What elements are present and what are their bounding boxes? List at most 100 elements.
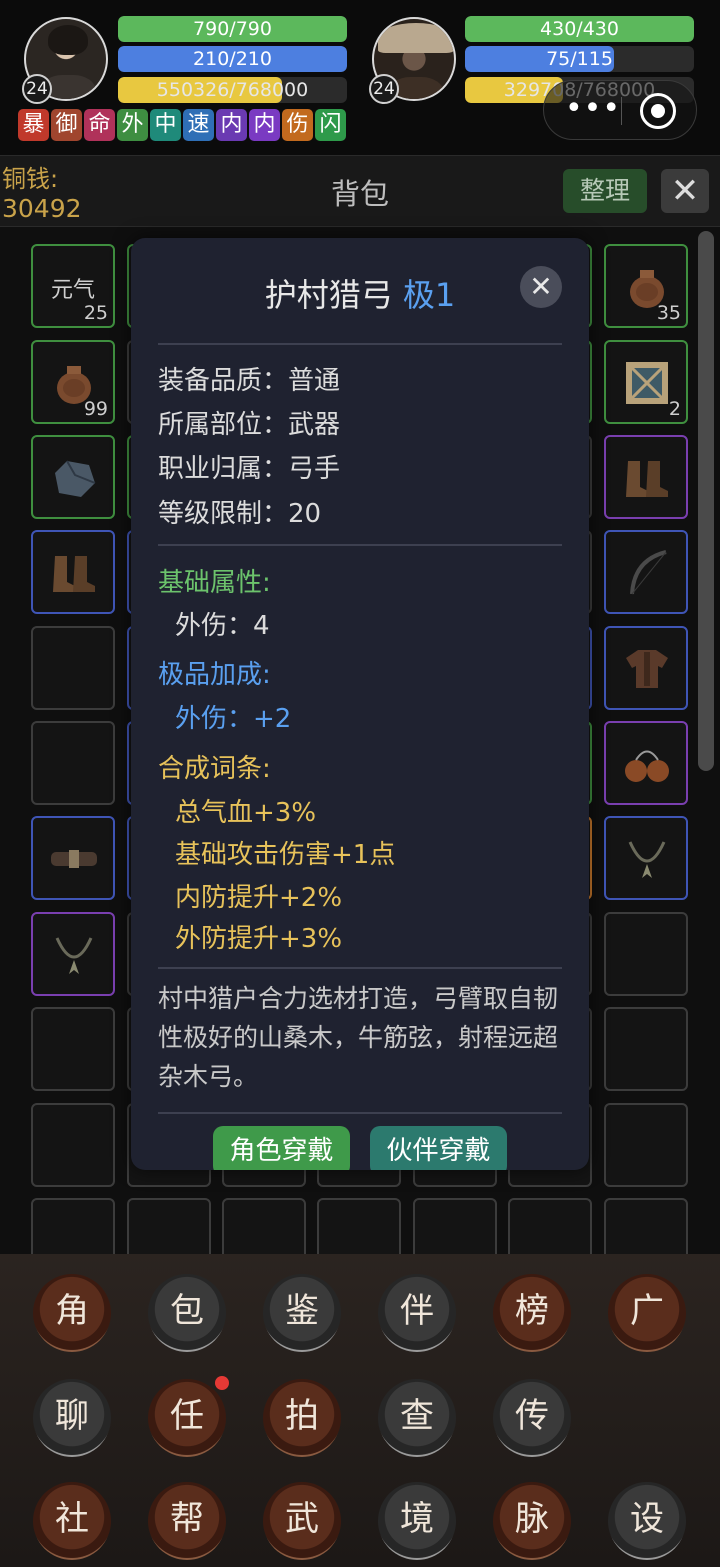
item-grade: 极1 — [402, 276, 456, 314]
inventory-slot[interactable] — [508, 1198, 592, 1255]
item-level-req: 等级限制：20 — [158, 499, 322, 529]
equip-partner-button[interactable]: 伙伴穿戴 — [370, 1126, 507, 1170]
bonus-attr-header: 极品加成: — [158, 660, 271, 690]
base-attr: 外伤：4 — [175, 611, 270, 641]
necklace-icon — [55, 937, 93, 974]
buff-tag[interactable]: 速 — [183, 109, 214, 141]
partner-mp-bar: 75/115 — [465, 46, 694, 72]
inventory-slot[interactable] — [31, 1103, 115, 1187]
menu-button-鉴[interactable]: 鉴 — [263, 1274, 341, 1352]
inventory-slot[interactable]: 35 — [604, 244, 688, 328]
belt-icon — [51, 850, 97, 868]
inventory-slot[interactable]: 99 — [31, 340, 115, 424]
buff-tag[interactable]: 外 — [117, 109, 148, 141]
item-count: 35 — [656, 302, 681, 324]
inventory-slot[interactable] — [31, 1198, 115, 1255]
item-count: 2 — [668, 398, 681, 420]
box-icon — [626, 362, 668, 404]
player-mp-bar: 210/210 — [118, 46, 347, 72]
menu-button-任[interactable]: 任 — [148, 1379, 226, 1457]
menu-button-包[interactable]: 包 — [148, 1274, 226, 1352]
item-quality: 装备品质：普通 — [158, 366, 341, 396]
inventory-slot[interactable] — [31, 912, 115, 996]
inventory-slot[interactable] — [31, 530, 115, 614]
inventory-slot[interactable] — [317, 1198, 401, 1255]
status-panel: 24 790/790 210/210 550326/768000 24 430/… — [0, 0, 720, 155]
player-level-badge: 24 — [22, 74, 52, 104]
buff-tag[interactable]: 内 — [216, 109, 247, 141]
inventory-slot[interactable] — [31, 721, 115, 805]
bow-icon — [630, 550, 667, 595]
bottom-menu: 角包鉴伴榜广聊任拍查传社帮武境脉设 — [0, 1254, 720, 1567]
inventory-slot[interactable] — [604, 626, 688, 710]
inventory-slot[interactable] — [31, 1007, 115, 1091]
affix-line: 总气血+3% — [175, 798, 317, 828]
menu-button-角[interactable]: 角 — [33, 1274, 111, 1352]
divider — [158, 1112, 562, 1114]
item-name: 护村猎弓 — [264, 276, 393, 314]
item-count: 99 — [83, 398, 108, 420]
player-hp-text: 790/790 — [193, 18, 272, 40]
armor-icon — [626, 650, 668, 688]
bag-close-icon[interactable]: ✕ — [661, 169, 709, 213]
item-class: 职业归属：弓手 — [158, 454, 341, 484]
inventory-slot[interactable] — [31, 816, 115, 900]
sort-button[interactable]: 整理 — [563, 169, 647, 213]
menu-button-设[interactable]: 设 — [608, 1482, 686, 1560]
inventory-slot[interactable] — [413, 1198, 497, 1255]
equip-role-button[interactable]: 角色穿戴 — [213, 1126, 350, 1170]
inventory-slot[interactable] — [31, 626, 115, 710]
target-icon[interactable] — [640, 93, 676, 129]
affix-line: 基础攻击伤害+1点 — [175, 840, 396, 870]
inventory-slot[interactable] — [604, 912, 688, 996]
item-slot: 所属部位：武器 — [158, 410, 341, 440]
more-dots-icon[interactable]: ••• — [564, 94, 622, 124]
menu-button-伴[interactable]: 伴 — [378, 1274, 456, 1352]
inventory-slot[interactable]: 2 — [604, 340, 688, 424]
buff-tag[interactable]: 内 — [249, 109, 280, 141]
inventory-slot[interactable] — [604, 435, 688, 519]
buff-tag[interactable]: 御 — [51, 109, 82, 141]
menu-button-社[interactable]: 社 — [33, 1482, 111, 1560]
buff-tag[interactable]: 命 — [84, 109, 115, 141]
inventory-slot[interactable] — [604, 1007, 688, 1091]
menu-button-拍[interactable]: 拍 — [263, 1379, 341, 1457]
inventory-slot[interactable] — [604, 530, 688, 614]
menu-button-帮[interactable]: 帮 — [148, 1482, 226, 1560]
partner-hp-bar: 430/430 — [465, 16, 694, 42]
inventory-slot[interactable] — [604, 721, 688, 805]
partner-hp-text: 430/430 — [540, 18, 619, 40]
menu-button-脉[interactable]: 脉 — [493, 1482, 571, 1560]
inventory-slot[interactable]: 元气 25 — [31, 244, 115, 328]
menu-button-武[interactable]: 武 — [263, 1482, 341, 1560]
affix-header: 合成词条: — [158, 754, 271, 784]
inventory-slot[interactable] — [604, 1103, 688, 1187]
miniprogram-capsule: ••• — [543, 80, 697, 140]
inventory-scrollbar[interactable] — [698, 231, 714, 771]
divider — [158, 967, 562, 969]
inventory-slot[interactable] — [604, 1198, 688, 1255]
menu-button-广[interactable]: 广 — [608, 1274, 686, 1352]
buff-tag[interactable]: 中 — [150, 109, 181, 141]
inventory-slot[interactable] — [222, 1198, 306, 1255]
menu-button-聊[interactable]: 聊 — [33, 1379, 111, 1457]
inventory-slot[interactable] — [31, 435, 115, 519]
item-count: 25 — [83, 302, 108, 324]
inventory-slot[interactable] — [604, 816, 688, 900]
player-xp-bar: 550326/768000 — [118, 77, 347, 103]
stone-icon — [55, 460, 96, 497]
menu-button-境[interactable]: 境 — [378, 1482, 456, 1560]
player-hp-bar: 790/790 — [118, 16, 347, 42]
menu-button-榜[interactable]: 榜 — [493, 1274, 571, 1352]
inventory-slot[interactable] — [127, 1198, 211, 1255]
menu-button-查[interactable]: 查 — [378, 1379, 456, 1457]
player-xp-text: 550326/768000 — [156, 79, 309, 101]
buff-tag[interactable]: 暴 — [18, 109, 49, 141]
divider — [158, 343, 562, 345]
partner-mp-text: 75/115 — [546, 48, 613, 70]
buff-tag[interactable]: 闪 — [315, 109, 346, 141]
menu-button-传[interactable]: 传 — [493, 1379, 571, 1457]
buff-tag[interactable]: 伤 — [282, 109, 313, 141]
partner-level-badge: 24 — [369, 74, 399, 104]
tooltip-close-icon[interactable]: ✕ — [520, 266, 562, 308]
